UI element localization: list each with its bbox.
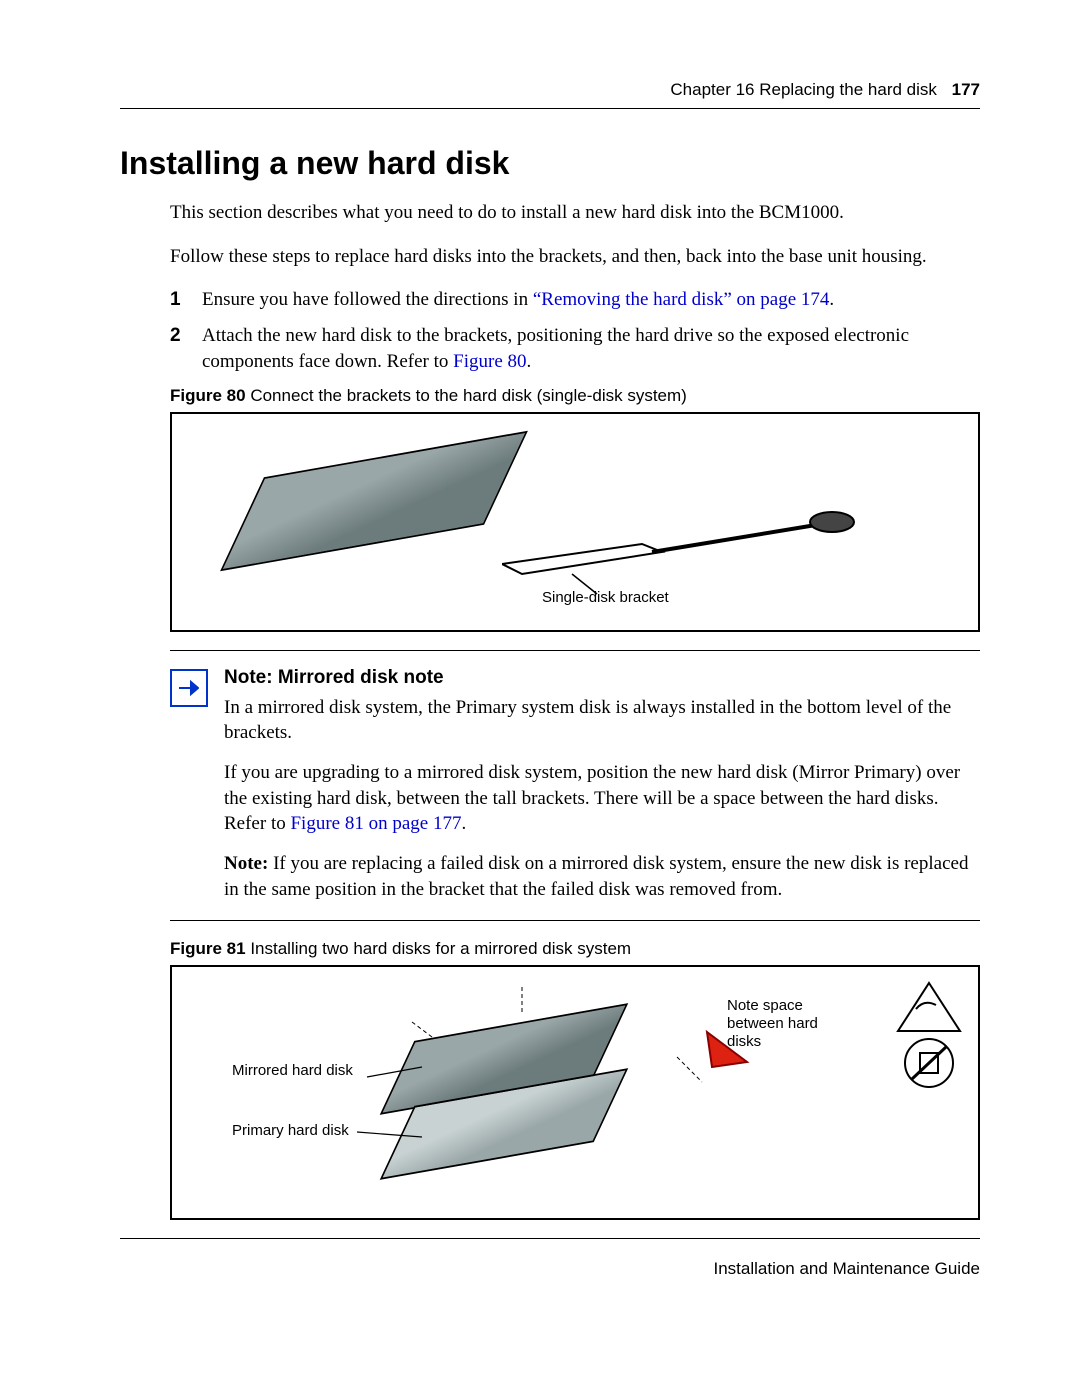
figure-title: Installing two hard disks for a mirrored… bbox=[246, 939, 631, 958]
text: Mirrored disk note bbox=[273, 667, 444, 688]
figure-81: Mirrored hard disk Primary hard disk Not… bbox=[170, 965, 980, 1220]
link-figure-80[interactable]: Figure 80 bbox=[453, 351, 526, 372]
figure-label: Figure 80 bbox=[170, 386, 246, 405]
safety-icons bbox=[894, 981, 964, 1091]
step-text: Attach the new hard disk to the brackets… bbox=[202, 323, 980, 374]
link-removing-hard-disk[interactable]: “Removing the hard disk” on page 174 bbox=[533, 289, 830, 310]
step-2: 2 Attach the new hard disk to the bracke… bbox=[170, 323, 980, 374]
step-1: 1 Ensure you have followed the direction… bbox=[170, 287, 980, 313]
step-text: Ensure you have followed the directions … bbox=[202, 287, 834, 313]
figure-80: Single-disk bracket bbox=[170, 412, 980, 632]
note-title: Note: Mirrored disk note bbox=[224, 665, 980, 691]
page-number: 177 bbox=[952, 80, 980, 99]
figure-80-caption: Figure 80 Connect the brackets to the ha… bbox=[170, 386, 980, 406]
note-mirrored-disk: Note: Mirrored disk note In a mirrored d… bbox=[170, 650, 980, 921]
figure-label: Figure 81 bbox=[170, 939, 246, 958]
header-rule bbox=[120, 108, 980, 109]
text: Note: bbox=[224, 853, 268, 874]
text: . bbox=[829, 289, 834, 310]
figure-81-caption: Figure 81 Installing two hard disks for … bbox=[170, 939, 980, 959]
link-figure-81[interactable]: Figure 81 on page 177 bbox=[290, 813, 461, 834]
text: . bbox=[527, 351, 532, 372]
intro-paragraph-1: This section describes what you need to … bbox=[170, 200, 980, 226]
step-number: 2 bbox=[170, 323, 196, 374]
note-paragraph: If you are upgrading to a mirrored disk … bbox=[224, 760, 980, 837]
running-header: Chapter 16 Replacing the hard disk 177 bbox=[120, 80, 980, 108]
figure-81-annotations bbox=[172, 967, 978, 1218]
note-arrow-icon bbox=[170, 669, 208, 707]
text: Attach the new hard disk to the brackets… bbox=[202, 325, 909, 372]
callout-note-space: Note space between hard disks bbox=[727, 997, 837, 1051]
callout-single-disk-bracket: Single-disk bracket bbox=[542, 589, 669, 607]
running-footer: Installation and Maintenance Guide bbox=[120, 1249, 980, 1279]
note-paragraph: In a mirrored disk system, the Primary s… bbox=[224, 695, 980, 746]
section-heading: Installing a new hard disk bbox=[120, 145, 980, 182]
text: Note: bbox=[224, 667, 273, 688]
step-list: 1 Ensure you have followed the direction… bbox=[170, 287, 980, 374]
text: Ensure you have followed the directions … bbox=[202, 289, 533, 310]
step-number: 1 bbox=[170, 287, 196, 313]
text: If you are replacing a failed disk on a … bbox=[224, 853, 968, 900]
hard-disk-illustration bbox=[220, 431, 528, 572]
figure-title: Connect the brackets to the hard disk (s… bbox=[246, 386, 687, 405]
page: Chapter 16 Replacing the hard disk 177 I… bbox=[0, 0, 1080, 1339]
note-text: Note: Mirrored disk note In a mirrored d… bbox=[224, 665, 980, 902]
note-paragraph: Note: If you are replacing a failed disk… bbox=[224, 851, 980, 902]
body: This section describes what you need to … bbox=[170, 200, 980, 1220]
callout-primary-hard-disk: Primary hard disk bbox=[232, 1122, 349, 1140]
footer-rule bbox=[120, 1238, 980, 1239]
callout-mirrored-hard-disk: Mirrored hard disk bbox=[232, 1062, 353, 1080]
chapter-title: Chapter 16 Replacing the hard disk bbox=[670, 80, 937, 99]
text: . bbox=[461, 813, 466, 834]
intro-paragraph-2: Follow these steps to replace hard disks… bbox=[170, 244, 980, 270]
